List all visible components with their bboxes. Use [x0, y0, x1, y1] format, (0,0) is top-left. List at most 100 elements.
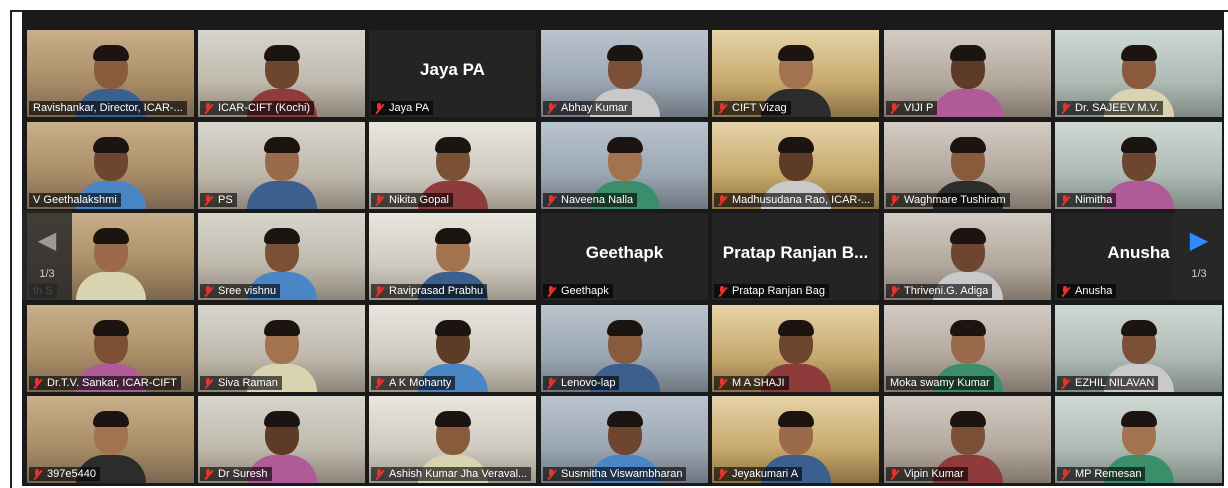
muted-mic-icon	[547, 377, 556, 389]
participant-tile[interactable]: Pratap Ranjan B... Pratap Ranjan Bag	[712, 213, 879, 300]
next-page-button[interactable]: ▶ 1/3	[1174, 210, 1224, 300]
participant-tile[interactable]: Madhusudana Rao, ICAR-...	[712, 122, 879, 209]
participant-tile[interactable]: M A SHAJI	[712, 305, 879, 392]
participant-tile[interactable]: Nikita Gopal	[369, 122, 536, 209]
participant-video-avatar	[932, 39, 1003, 117]
participant-tile[interactable]: Geethapk Geethapk	[541, 213, 708, 300]
muted-mic-icon	[204, 102, 213, 114]
muted-mic-icon	[718, 194, 727, 206]
participant-name-label: Naveena Nalla	[543, 193, 638, 207]
participant-name-label: Waghmare Tushiram	[886, 193, 1010, 207]
participant-tile[interactable]: PS	[198, 122, 365, 209]
muted-mic-icon	[718, 102, 727, 114]
participant-tile[interactable]: Ravishankar, Director, ICAR-...	[27, 30, 194, 117]
participant-tile[interactable]: Jeyakumari A	[712, 396, 879, 483]
participant-name-label: 397e5440	[29, 467, 100, 481]
participant-tile[interactable]: Susmitha Viswambharan	[541, 396, 708, 483]
muted-mic-icon	[1061, 285, 1070, 297]
participant-tile[interactable]: 397e5440	[27, 396, 194, 483]
page-indicator-right: 1/3	[1191, 268, 1207, 280]
participant-name: VIJI P	[904, 102, 934, 114]
muted-mic-icon	[547, 285, 556, 297]
participant-name-label: EZHIL NILAVAN	[1057, 376, 1159, 390]
participant-name-label: Geethapk	[543, 284, 613, 298]
muted-mic-icon	[375, 377, 384, 389]
participant-tile[interactable]: Moka swamy Kumar	[884, 305, 1051, 392]
muted-mic-icon	[375, 285, 384, 297]
participant-tile[interactable]: Ashish Kumar Jha Veraval...	[369, 396, 536, 483]
participant-name: Siva Raman	[218, 377, 278, 389]
participant-tile[interactable]: V Geethalakshmi	[27, 122, 194, 209]
participant-tile[interactable]: Lenovo-lap	[541, 305, 708, 392]
participant-tile[interactable]: Thriveni.G. Adiga	[884, 213, 1051, 300]
participant-tile[interactable]: VIJI P	[884, 30, 1051, 117]
participant-tile[interactable]: Waghmare Tushiram	[884, 122, 1051, 209]
participant-name-label: Abhay Kumar	[543, 101, 632, 115]
left-border	[10, 10, 12, 488]
participant-name-label: Raviprasad Prabhu	[371, 284, 488, 298]
participant-name: V Geethalakshmi	[33, 194, 117, 206]
muted-mic-icon	[1061, 194, 1070, 206]
participant-name: Lenovo-lap	[561, 377, 616, 389]
participant-name-label: Vipin Kumar	[886, 467, 968, 481]
muted-mic-icon	[718, 468, 727, 480]
participant-name: Pratap Ranjan Bag	[732, 285, 825, 297]
muted-mic-icon	[547, 468, 556, 480]
participant-name: 397e5440	[47, 468, 96, 480]
participant-name-label: Ashish Kumar Jha Veraval...	[371, 467, 532, 481]
participant-name-label: Anusha	[1057, 284, 1117, 298]
participant-name: Vipin Kumar	[904, 468, 964, 480]
participant-tile[interactable]: Sree vishnu	[198, 213, 365, 300]
participant-tile[interactable]: Abhay Kumar	[541, 30, 708, 117]
participant-name: A K Mohanty	[389, 377, 452, 389]
participant-tile[interactable]: Nimitha	[1055, 122, 1222, 209]
muted-mic-icon	[204, 285, 213, 297]
participant-tile[interactable]: Dr.T.V. Sankar, ICAR-CIFT	[27, 305, 194, 392]
participant-name-label: Dr Suresh	[200, 467, 272, 481]
previous-page-button[interactable]: ◀ 1/3	[22, 210, 72, 300]
participant-name: ICAR-CIFT (Kochi)	[218, 102, 311, 114]
participant-tile[interactable]: Vipin Kumar	[884, 396, 1051, 483]
muted-mic-icon	[718, 377, 727, 389]
participant-tile[interactable]: MP Remesan	[1055, 396, 1222, 483]
participant-tile[interactable]: A K Mohanty	[369, 305, 536, 392]
muted-mic-icon	[890, 194, 899, 206]
participant-name-label: Nikita Gopal	[371, 193, 453, 207]
participant-name-label: PS	[200, 193, 237, 207]
participant-name-label: MP Remesan	[1057, 467, 1146, 481]
participant-name: Jaya PA	[389, 102, 430, 114]
participant-name: Raviprasad Prabhu	[389, 285, 484, 297]
participant-name: Geethapk	[561, 285, 609, 297]
participant-name: M A SHAJI	[732, 377, 785, 389]
muted-mic-icon	[375, 194, 384, 206]
participant-tile[interactable]: Raviprasad Prabhu	[369, 213, 536, 300]
muted-mic-icon	[890, 285, 899, 297]
participant-tile[interactable]: Dr Suresh	[198, 396, 365, 483]
participant-tile[interactable]: Dr. SAJEEV M.V.	[1055, 30, 1222, 117]
participant-name-label: Moka swamy Kumar	[886, 376, 994, 390]
participant-name-label: Sree vishnu	[200, 284, 281, 298]
participant-name-label: Dr.T.V. Sankar, ICAR-CIFT	[29, 376, 181, 390]
participant-tile[interactable]: CIFT Vizag	[712, 30, 879, 117]
participant-name-label: M A SHAJI	[714, 376, 789, 390]
participant-name-label: Siva Raman	[200, 376, 282, 390]
participant-tile[interactable]: Naveena Nalla	[541, 122, 708, 209]
participant-display-name: Geethapk	[585, 243, 664, 262]
participant-tile[interactable]: ICAR-CIFT (Kochi)	[198, 30, 365, 117]
page-indicator-left: 1/3	[39, 268, 55, 280]
participant-name-label: Susmitha Viswambharan	[543, 467, 687, 481]
participant-name-label: ICAR-CIFT (Kochi)	[200, 101, 315, 115]
participant-tile[interactable]: Siva Raman	[198, 305, 365, 392]
muted-mic-icon	[1061, 468, 1070, 480]
participant-tile[interactable]: Jaya PA Jaya PA	[369, 30, 536, 117]
participant-tile[interactable]: EZHIL NILAVAN	[1055, 305, 1222, 392]
participant-name: Madhusudana Rao, ICAR-...	[732, 194, 871, 206]
participant-name: Nimitha	[1075, 194, 1113, 206]
participant-name: Sree vishnu	[218, 285, 277, 297]
participant-display-name: Jaya PA	[420, 60, 485, 79]
muted-mic-icon	[547, 102, 556, 114]
participant-name: Dr.T.V. Sankar, ICAR-CIFT	[47, 377, 177, 389]
participant-video-avatar	[246, 131, 317, 209]
participant-name: Waghmare Tushiram	[904, 194, 1006, 206]
participant-name: Thriveni.G. Adiga	[904, 285, 989, 297]
